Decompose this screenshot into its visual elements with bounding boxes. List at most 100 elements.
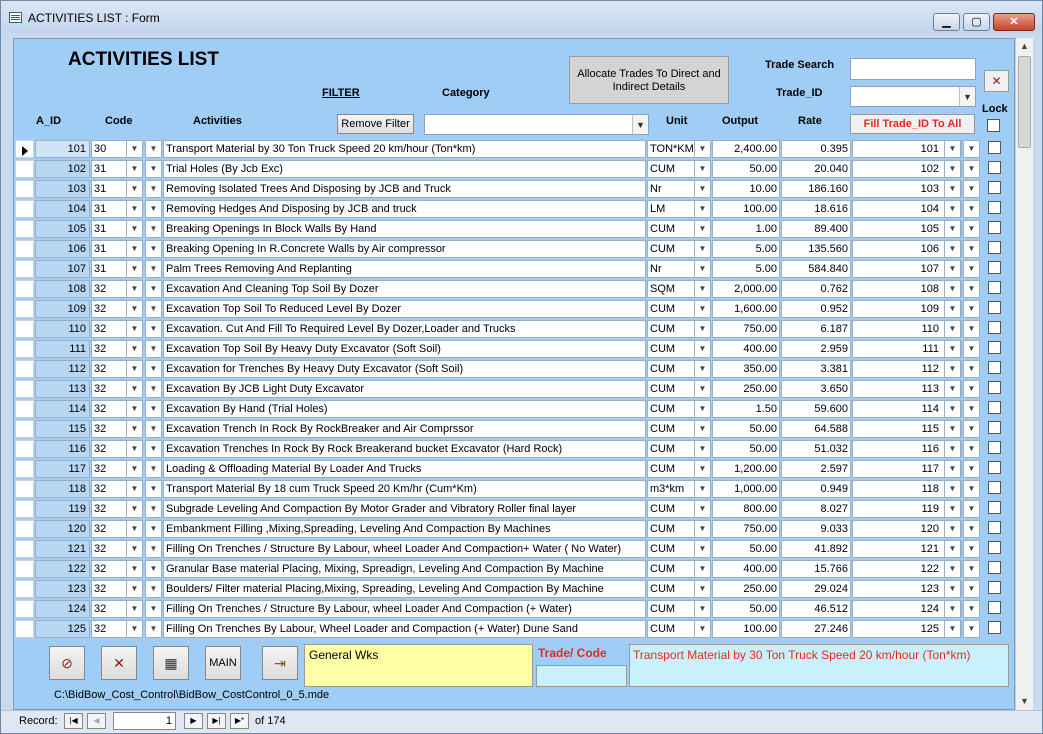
- rate-cell[interactable]: 20.040: [781, 160, 851, 178]
- output-cell[interactable]: 250.00: [712, 580, 780, 598]
- a-id-cell[interactable]: 112: [35, 360, 90, 378]
- unit-dropdown-icon[interactable]: ▼: [694, 580, 711, 598]
- unit-dropdown-icon[interactable]: ▼: [694, 560, 711, 578]
- table-row[interactable]: 112 32 ▼ ▼ Excavation for Trenches By Heavy …: [14, 359, 1014, 379]
- trade-dropdown-icon[interactable]: ▼: [944, 340, 961, 358]
- a-id-cell[interactable]: 122: [35, 560, 90, 578]
- record-selector[interactable]: [15, 440, 34, 458]
- code-dropdown-icon[interactable]: ▼: [126, 260, 143, 278]
- activity-cell[interactable]: Excavation Trench In Rock By RockBreaker…: [163, 420, 646, 438]
- trade-dropdown-icon[interactable]: ▼: [944, 540, 961, 558]
- description-field[interactable]: Transport Material by 30 Ton Truck Speed…: [629, 644, 1009, 687]
- fill-trade-id-button[interactable]: Fill Trade_ID To All: [850, 114, 975, 134]
- a-id-cell[interactable]: 106: [35, 240, 90, 258]
- output-cell[interactable]: 5.00: [712, 260, 780, 278]
- code-dropdown-icon[interactable]: ▼: [126, 620, 143, 638]
- output-cell[interactable]: 50.00: [712, 160, 780, 178]
- a-id-cell[interactable]: 123: [35, 580, 90, 598]
- table-row[interactable]: 125 32 ▼ ▼ Filling On Trenches By Labour, Wh…: [14, 619, 1014, 639]
- trade-id-combo[interactable]: ▼: [850, 86, 976, 107]
- unit-dropdown-icon[interactable]: ▼: [694, 220, 711, 238]
- record-selector[interactable]: [15, 300, 34, 318]
- table-row[interactable]: 116 32 ▼ ▼ Excavation Trenches In Rock By Ro…: [14, 439, 1014, 459]
- unit-dropdown-icon[interactable]: ▼: [694, 180, 711, 198]
- activity-cell[interactable]: Filling On Trenches / Structure By Labou…: [163, 540, 646, 558]
- trade-dropdown-icon[interactable]: ▼: [944, 140, 961, 158]
- trade-dropdown-icon[interactable]: ▼: [963, 200, 980, 218]
- unit-dropdown-icon[interactable]: ▼: [694, 540, 711, 558]
- code-dropdown-icon[interactable]: ▼: [145, 340, 162, 358]
- code-dropdown-icon[interactable]: ▼: [145, 320, 162, 338]
- activity-cell[interactable]: Excavation And Cleaning Top Soil By Doze…: [163, 280, 646, 298]
- trade-dropdown-icon[interactable]: ▼: [963, 400, 980, 418]
- rate-cell[interactable]: 8.027: [781, 500, 851, 518]
- rate-cell[interactable]: 0.949: [781, 480, 851, 498]
- table-row[interactable]: 103 31 ▼ ▼ Removing Isolated Trees And Dispo…: [14, 179, 1014, 199]
- record-selector[interactable]: [15, 380, 34, 398]
- code-dropdown-icon[interactable]: ▼: [126, 520, 143, 538]
- trade-dropdown-icon[interactable]: ▼: [944, 460, 961, 478]
- output-cell[interactable]: 1.00: [712, 220, 780, 238]
- rate-cell[interactable]: 29.024: [781, 580, 851, 598]
- rate-cell[interactable]: 59.600: [781, 400, 851, 418]
- a-id-cell[interactable]: 120: [35, 520, 90, 538]
- a-id-cell[interactable]: 102: [35, 160, 90, 178]
- code-dropdown-icon[interactable]: ▼: [145, 200, 162, 218]
- lock-checkbox[interactable]: [988, 601, 1001, 614]
- unit-dropdown-icon[interactable]: ▼: [694, 360, 711, 378]
- code-dropdown-icon[interactable]: ▼: [145, 240, 162, 258]
- record-selector[interactable]: [15, 480, 34, 498]
- code-dropdown-icon[interactable]: ▼: [126, 440, 143, 458]
- trade-dropdown-icon[interactable]: ▼: [963, 460, 980, 478]
- lock-checkbox[interactable]: [988, 481, 1001, 494]
- unit-dropdown-icon[interactable]: ▼: [694, 460, 711, 478]
- lock-checkbox[interactable]: [988, 221, 1001, 234]
- lock-checkbox[interactable]: [988, 341, 1001, 354]
- unit-dropdown-icon[interactable]: ▼: [694, 600, 711, 618]
- scroll-down-icon[interactable]: ▼: [1016, 693, 1033, 710]
- output-cell[interactable]: 1,000.00: [712, 480, 780, 498]
- table-row[interactable]: 117 32 ▼ ▼ Loading & Offloading Material By …: [14, 459, 1014, 479]
- a-id-cell[interactable]: 103: [35, 180, 90, 198]
- output-cell[interactable]: 400.00: [712, 340, 780, 358]
- rate-cell[interactable]: 18.616: [781, 200, 851, 218]
- trade-dropdown-icon[interactable]: ▼: [944, 260, 961, 278]
- trade-dropdown-icon[interactable]: ▼: [944, 420, 961, 438]
- lock-checkbox[interactable]: [988, 241, 1001, 254]
- activity-cell[interactable]: Breaking Opening In R.Concrete Walls by …: [163, 240, 646, 258]
- lock-checkbox[interactable]: [988, 281, 1001, 294]
- record-selector[interactable]: [15, 280, 34, 298]
- delete-filter-icon[interactable]: ⊘: [49, 646, 85, 680]
- trade-dropdown-icon[interactable]: ▼: [944, 440, 961, 458]
- a-id-cell[interactable]: 101: [35, 140, 90, 158]
- unit-dropdown-icon[interactable]: ▼: [694, 240, 711, 258]
- record-selector[interactable]: [15, 140, 34, 158]
- code-dropdown-icon[interactable]: ▼: [145, 420, 162, 438]
- record-selector[interactable]: [15, 560, 34, 578]
- lock-checkbox[interactable]: [988, 521, 1001, 534]
- record-selector[interactable]: [15, 340, 34, 358]
- trade-dropdown-icon[interactable]: ▼: [944, 200, 961, 218]
- rate-cell[interactable]: 0.952: [781, 300, 851, 318]
- table-row[interactable]: 114 32 ▼ ▼ Excavation By Hand (Trial Holes) C…: [14, 399, 1014, 419]
- unit-dropdown-icon[interactable]: ▼: [694, 260, 711, 278]
- rate-cell[interactable]: 89.400: [781, 220, 851, 238]
- code-dropdown-icon[interactable]: ▼: [145, 560, 162, 578]
- rate-cell[interactable]: 64.588: [781, 420, 851, 438]
- record-selector[interactable]: [15, 200, 34, 218]
- activity-cell[interactable]: Removing Hedges And Disposing by JCB and…: [163, 200, 646, 218]
- lock-checkbox[interactable]: [988, 441, 1001, 454]
- table-row[interactable]: 107 31 ▼ ▼ Palm Trees Removing And Replantin…: [14, 259, 1014, 279]
- new-record-icon[interactable]: ▶*: [230, 713, 249, 729]
- record-selector[interactable]: [15, 360, 34, 378]
- a-id-cell[interactable]: 105: [35, 220, 90, 238]
- output-cell[interactable]: 50.00: [712, 420, 780, 438]
- code-dropdown-icon[interactable]: ▼: [126, 560, 143, 578]
- clear-filter-icon[interactable]: ✕: [101, 646, 137, 680]
- code-dropdown-icon[interactable]: ▼: [126, 480, 143, 498]
- code-dropdown-icon[interactable]: ▼: [145, 400, 162, 418]
- a-id-cell[interactable]: 119: [35, 500, 90, 518]
- record-selector[interactable]: [15, 540, 34, 558]
- activity-cell[interactable]: Breaking Openings In Block Walls By Hand: [163, 220, 646, 238]
- allocate-trades-button[interactable]: Allocate Trades To Direct and Indirect D…: [569, 56, 729, 104]
